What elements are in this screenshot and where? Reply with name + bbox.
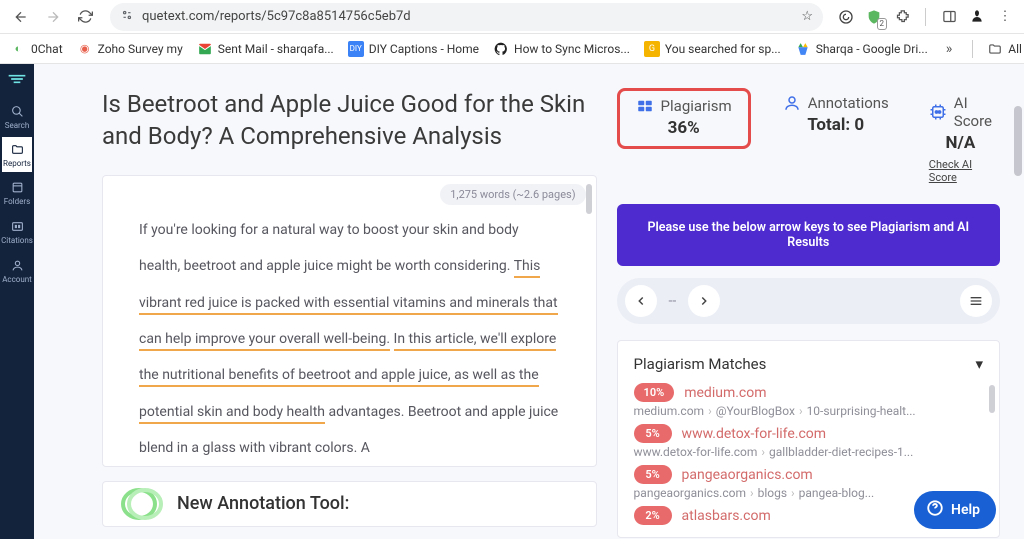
extensions-puzzle-icon[interactable]	[891, 6, 913, 28]
site-info-icon[interactable]	[120, 8, 134, 25]
panel-scrollbar[interactable]	[1014, 88, 1022, 539]
bookmarks-overflow-icon[interactable]: »	[946, 41, 953, 57]
bookmark-item[interactable]: ◐0Chat	[10, 41, 63, 57]
metrics-row: Plagiarism 36% Annotations Total: 0 AI S…	[617, 88, 1000, 190]
rail-account[interactable]: Account	[0, 252, 34, 289]
bookmark-star-icon[interactable]: ☆	[801, 9, 813, 24]
metric-plagiarism: Plagiarism 36%	[617, 88, 751, 149]
match-item[interactable]: 5% www.detox-for-life.com www.detox-for-li…	[634, 424, 983, 459]
annotation-tool-card[interactable]: New Annotation Tool:	[102, 481, 597, 527]
metric-annotations: Annotations Total: 0	[775, 88, 897, 141]
match-percent-badge: 2%	[634, 506, 672, 525]
matches-scrollbar[interactable]	[989, 385, 995, 413]
url-text: quetext.com/reports/5c97c8a8514756c5eb7d	[142, 9, 411, 24]
scrollbar-thumb[interactable]	[586, 184, 592, 214]
all-bookmarks-button[interactable]: All Bookmarks	[987, 41, 1024, 57]
document-body: If you're looking for a natural way to b…	[139, 212, 560, 467]
bookmark-item[interactable]: DIYDIY Captions - Home	[348, 41, 479, 57]
rail-reports[interactable]: Reports	[2, 137, 32, 172]
left-nav-rail: Search Reports Folders Citations Account	[0, 64, 34, 539]
word-count-pill: 1,275 words (~2.6 pages)	[440, 184, 585, 205]
reload-button[interactable]	[72, 4, 98, 30]
side-panel-icon[interactable]	[938, 6, 960, 28]
check-ai-score-link[interactable]: Check AI Score	[929, 158, 992, 184]
match-percent-badge: 5%	[634, 424, 672, 443]
bookmark-item[interactable]: GYou searched for sp...	[644, 41, 781, 57]
annotations-icon	[783, 94, 801, 112]
extension-shield-icon[interactable]: 2	[863, 6, 885, 28]
pager-menu-button[interactable]	[960, 285, 992, 317]
plagiarism-icon	[636, 97, 654, 115]
back-button[interactable]	[8, 4, 34, 30]
match-domain: pangeaorganics.com	[682, 467, 813, 483]
match-percent-badge: 5%	[634, 465, 672, 484]
match-percent-badge: 10%	[634, 383, 675, 402]
bookmarks-bar: ◐0Chat ◉Zoho Survey my Sent Mail - sharq…	[0, 34, 1024, 64]
match-domain: medium.com	[684, 385, 766, 401]
forward-button[interactable]	[40, 4, 66, 30]
match-domain: www.detox-for-life.com	[682, 426, 827, 442]
rail-folders[interactable]: Folders	[0, 174, 34, 211]
match-breadcrumb: medium.com›@YourBlogBox›10-surprising-he…	[634, 404, 983, 418]
pager-position: --	[669, 293, 677, 309]
match-domain: atlasbars.com	[682, 508, 771, 524]
app-root: Search Reports Folders Citations Account…	[0, 64, 1024, 539]
address-bar[interactable]: quetext.com/reports/5c97c8a8514756c5eb7d…	[110, 3, 823, 31]
report-title: Is Beetroot and Apple Juice Good for the…	[102, 88, 597, 153]
pager-next-button[interactable]	[688, 285, 720, 317]
pager-prev-button[interactable]	[625, 285, 657, 317]
rail-citations[interactable]: Citations	[0, 213, 34, 250]
rail-search[interactable]: Search	[0, 98, 34, 135]
instruction-banner: Please use the below arrow keys to see P…	[617, 204, 1000, 266]
bookmark-item[interactable]: Sharqa - Google Dri...	[795, 41, 928, 57]
match-breadcrumb: www.detox-for-life.com›gallbladder-diet-…	[634, 445, 983, 459]
extension-grammarly-icon[interactable]	[835, 6, 857, 28]
annotation-blob-icon	[121, 486, 163, 522]
result-pager: --	[617, 278, 1000, 324]
help-fab-button[interactable]: Help	[914, 491, 996, 529]
metric-ai-score: AI Score N/A Check AI Score	[921, 88, 1000, 190]
help-icon	[926, 499, 944, 521]
matches-title: Plagiarism Matches	[634, 355, 767, 373]
ai-score-icon	[929, 103, 947, 121]
annotation-tool-title: New Annotation Tool:	[177, 493, 349, 514]
document-card: 1,275 words (~2.6 pages) If you're looki…	[102, 175, 597, 467]
profile-avatar-icon[interactable]	[966, 6, 988, 28]
main-content: Is Beetroot and Apple Juice Good for the…	[34, 64, 1024, 539]
browser-toolbar: quetext.com/reports/5c97c8a8514756c5eb7d…	[0, 0, 1024, 34]
app-logo-icon[interactable]	[5, 70, 29, 88]
bookmark-item[interactable]: Sent Mail - sharqafa...	[197, 41, 334, 57]
bookmark-item[interactable]: ◉Zoho Survey my	[77, 41, 183, 57]
match-item[interactable]: 10% medium.com medium.com›@YourBlogBox›10-…	[634, 383, 983, 418]
bookmark-item[interactable]: How to Sync Micros...	[493, 41, 630, 57]
matches-collapse-icon[interactable]: ▾	[975, 355, 983, 373]
chrome-menu-icon[interactable]: ⋮	[994, 6, 1016, 28]
